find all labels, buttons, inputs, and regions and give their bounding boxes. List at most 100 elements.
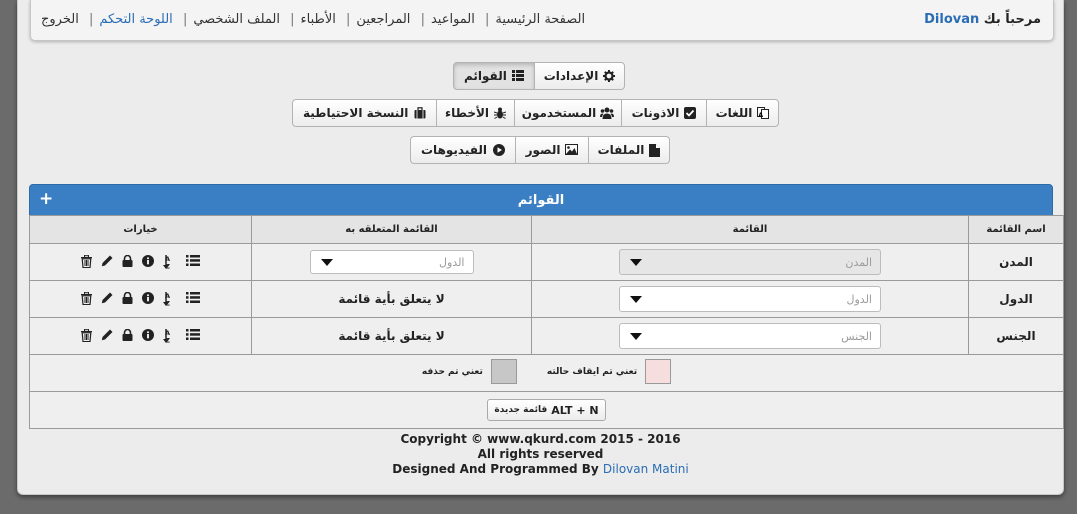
edit-icon[interactable] [101,255,113,269]
new-list-button[interactable]: ALT + N قائمة جديدة [487,399,606,421]
lock-icon[interactable] [122,329,133,343]
nav-link-appointments[interactable]: المواعيد [431,12,475,27]
settings-button[interactable]: الإعدادات [534,62,625,90]
svg-text:A: A [759,112,764,119]
permissions-label: الاذونات [631,106,680,120]
row-list: الجنس [531,317,969,355]
table-row: AZ لا يتعلق بأية قائمة الدول الدول [29,280,1064,318]
new-list-label: قائمة جديدة [494,405,548,415]
list-select-value: الجنس [841,329,872,343]
nav-link-dashboard[interactable]: اللوحة التحكم [99,12,172,27]
welcome-prefix: مرحباً بك [983,12,1041,27]
footer: Copyright © www.qkurd.com 2015 - 2016 Al… [18,432,1063,477]
list-icon [511,69,524,83]
header-related: القائمة المتعلقه به [251,215,532,244]
table-row: AZ الدول المدن المدن [29,243,1064,281]
toolbar-main: الإعدادات القوائم [453,62,625,90]
info-icon[interactable] [142,292,154,306]
file-icon [649,143,661,157]
chevron-down-icon [630,258,642,266]
add-list-icon[interactable]: + [39,189,53,209]
list-items-icon[interactable] [186,255,200,269]
row-related: الدول [251,243,532,281]
row-related: لا يتعلق بأية قائمة [251,317,532,355]
credits-prefix: Designed And Programmed By [392,462,599,476]
chevron-down-icon [630,332,642,340]
permissions-button[interactable]: الاذونات [621,99,707,127]
row-options: AZ [29,280,252,318]
edit-icon[interactable] [101,292,113,306]
lists-panel-header: القوائم + [29,184,1053,217]
errors-button[interactable]: الأخطاء [436,99,515,127]
author-link[interactable]: Dilovan Matini [603,462,689,476]
errors-label: الأخطاء [444,106,490,120]
files-label: الملفات [597,143,645,157]
backup-button[interactable]: النسخة الاحتياطية [292,99,437,127]
settings-label: الإعدادات [543,69,599,83]
backup-label: النسخة الاحتياطية [303,106,409,120]
list-select-value: الدول [846,292,873,306]
row-name: الدول [968,280,1064,318]
row-options: AZ [29,317,252,355]
toolbar-media: الملفات الصور الفيديوهات [410,136,670,164]
gear-icon [603,69,616,83]
new-list-row: ALT + N قائمة جديدة [29,391,1064,429]
deleted-legend-label: تعني تم حذفه [421,366,483,377]
info-icon[interactable] [142,329,154,343]
row-list: الدول [531,280,969,318]
new-list-cell: ALT + N قائمة جديدة [29,391,1064,429]
new-list-shortcut: ALT + N [551,403,599,417]
related-list-select[interactable]: الدول [309,250,474,274]
svg-text:Z: Z [165,263,170,270]
languages-button[interactable]: A اللغات [706,99,779,127]
trash-icon[interactable] [81,329,92,343]
nav-links: الصفحة الرئيسية| المواعيد| المراجعين| ال… [41,12,586,27]
header-name: اسم القائمة [968,215,1064,244]
lock-icon[interactable] [122,292,133,306]
list-select-value: المدن [845,255,872,269]
nav-link-logout[interactable]: الخروج [41,12,79,27]
lists-button[interactable]: القوائم [453,62,535,90]
chevron-down-icon [320,258,333,266]
lists-label: القوائم [464,69,507,83]
legend-row: تعني تم ايقاف حالته تعني تم حذفه [29,354,1064,392]
edit-icon[interactable] [101,329,113,343]
list-select[interactable]: الدول [619,286,881,312]
row-name: الجنس [968,317,1064,355]
trash-icon[interactable] [81,292,92,306]
videos-button[interactable]: الفيديوهات [410,136,516,164]
credits-line: Designed And Programmed By Dilovan Matin… [18,462,1063,477]
languages-label: اللغات [715,106,753,120]
nav-link-profile[interactable]: الملف الشخصي [193,12,280,27]
copyright-line: Copyright © www.qkurd.com 2015 - 2016 [400,432,681,446]
page-container: مرحباً بك Dilovan الصفحة الرئيسية| الموا… [17,0,1064,495]
disabled-swatch [645,359,672,384]
welcome-message: مرحباً بك Dilovan [924,12,1041,27]
table-row: AZ لا يتعلق بأية قائمة الجنس الجنس [29,317,1064,355]
lock-icon[interactable] [122,255,133,269]
images-label: الصور [525,143,561,157]
users-icon [600,107,615,120]
chevron-down-icon [630,295,642,303]
sort-icon[interactable]: AZ [163,292,177,306]
images-button[interactable]: الصور [515,136,589,164]
list-items-icon[interactable] [186,329,200,343]
nav-link-doctors[interactable]: الأطباء [301,12,336,27]
username-link[interactable]: Dilovan [924,12,979,27]
users-button[interactable]: المستخدمون [514,99,622,127]
nav-link-home[interactable]: الصفحة الرئيسية [495,12,585,27]
list-select[interactable]: المدن [619,249,881,275]
list-select[interactable]: الجنس [619,323,881,349]
files-button[interactable]: الملفات [588,136,670,164]
nav-link-patients[interactable]: المراجعين [356,12,410,27]
videos-label: الفيديوهات [421,143,487,157]
sort-icon[interactable]: AZ [163,329,177,343]
deleted-swatch [490,359,517,384]
svg-text:Z: Z [165,300,170,307]
row-name: المدن [968,243,1064,281]
info-icon[interactable] [142,255,154,269]
top-nav: مرحباً بك Dilovan الصفحة الرئيسية| الموا… [30,0,1054,41]
list-items-icon[interactable] [186,292,200,306]
sort-icon[interactable]: AZ [163,255,177,269]
trash-icon[interactable] [81,255,92,269]
